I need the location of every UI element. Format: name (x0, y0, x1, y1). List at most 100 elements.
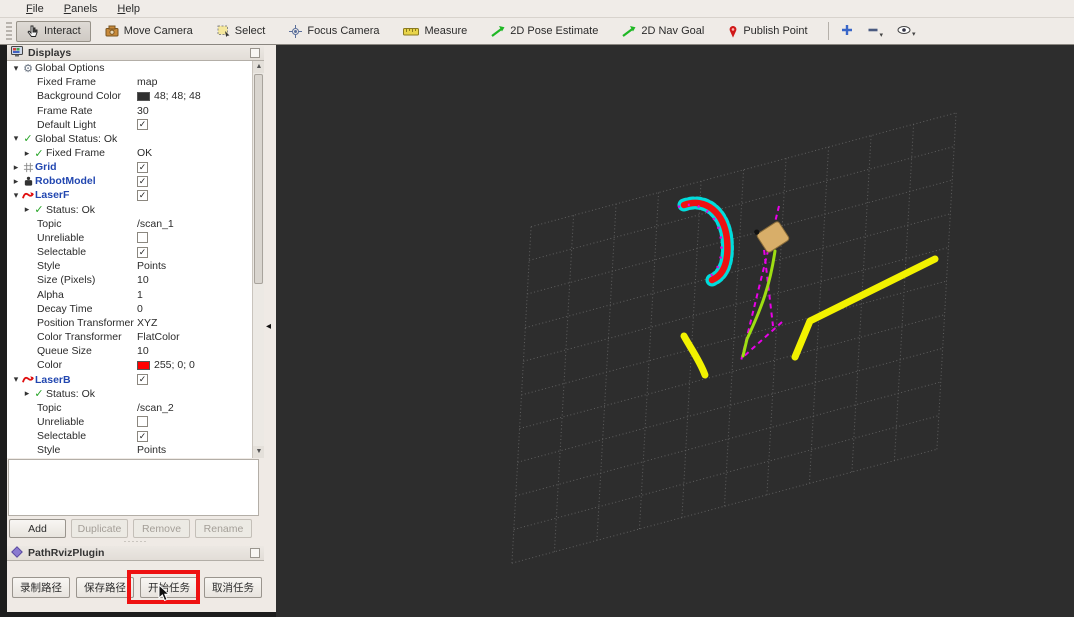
expander-right-icon[interactable]: ▸ (22, 204, 32, 215)
tree-row-global-status-ok[interactable]: ▾ ✓ Global Status: Ok (7, 132, 264, 146)
property-value[interactable]: OK (137, 147, 152, 159)
expander-right-icon[interactable]: ▸ (11, 176, 21, 187)
expander-down-icon[interactable]: ▾ (11, 374, 21, 385)
tree-row-topic[interactable]: Topic/scan_1 (7, 217, 264, 231)
expander-down-icon[interactable]: ▾ (11, 133, 21, 144)
tree-row-position-transformer[interactable]: Position Transformer XYZ (7, 316, 264, 330)
tree-row-selectable[interactable]: Selectable ✓ (7, 429, 264, 443)
tool-button-interact[interactable]: Interact (16, 20, 91, 42)
expander-down-icon[interactable]: ▾ (11, 63, 21, 74)
property-value[interactable]: /scan_2 (137, 402, 174, 414)
tree-row-frame-rate[interactable]: Frame Rate 30 (7, 103, 264, 117)
property-value[interactable]: /scan_1 (137, 218, 174, 230)
property-checkbox[interactable] (137, 232, 148, 244)
property-checkbox[interactable]: ✓ (137, 119, 148, 131)
property-value[interactable]: 10 (137, 345, 149, 357)
property-checkbox[interactable]: ✓ (137, 374, 148, 386)
tree-scrollbar[interactable]: ▲ ▼ (252, 61, 264, 458)
duplicate-button[interactable]: Duplicate (71, 519, 128, 538)
menu-item-help[interactable]: Help (109, 2, 148, 16)
tree-row-style[interactable]: Style Points (7, 443, 264, 457)
property-checkbox[interactable]: ✓ (137, 430, 148, 442)
tree-row-laserf[interactable]: ▾ LaserF ✓ (7, 188, 264, 202)
tool-button-remove-tool-minus-icon[interactable]: ▾ (861, 21, 890, 42)
tree-row-status-ok[interactable]: ▸ ✓ Status: Ok (7, 203, 264, 217)
tree-row-queue-size[interactable]: Queue Size 10 (7, 344, 264, 358)
tree-row-robotmodel[interactable]: ▸ RobotModel ✓ (7, 174, 264, 188)
3d-viewport[interactable] (276, 45, 1074, 617)
tree-row-topic[interactable]: Topic/scan_2 (7, 401, 264, 415)
tool-button-2d-pose-estimate[interactable]: 2D Pose Estimate (481, 21, 608, 41)
scrollbar-thumb[interactable] (254, 74, 263, 284)
tool-button-publish-point[interactable]: Publish Point (718, 21, 817, 42)
tree-row-color-transformer[interactable]: Color Transformer FlatColor (7, 330, 264, 344)
tool-button-select[interactable]: Select (207, 21, 276, 41)
displays-panel-float-button[interactable] (250, 48, 260, 58)
property-label: Global Options (35, 62, 105, 75)
path-plugin-button-1[interactable]: 录制路径 (12, 577, 70, 598)
property-value[interactable]: Points (137, 260, 166, 272)
tool-button-2d-nav-goal[interactable]: 2D Nav Goal (612, 21, 714, 41)
expander-right-icon[interactable]: ▸ (22, 388, 32, 399)
color-swatch[interactable] (137, 91, 150, 101)
property-value[interactable]: map (137, 76, 157, 88)
tree-row-status-ok[interactable]: ▸ ✓ Status: Ok (7, 387, 264, 401)
tool-button-focus-camera[interactable]: Focus Camera (279, 21, 389, 42)
tree-row-grid[interactable]: ▸ Grid ✓ (7, 160, 264, 174)
tree-row-style[interactable]: Style Points (7, 259, 264, 273)
add-button[interactable]: Add (9, 519, 66, 538)
expander-down-icon[interactable]: ▾ (11, 190, 21, 201)
tree-row-unreliable[interactable]: Unreliable (7, 415, 264, 429)
tool-button-move-camera[interactable]: Move Camera (95, 21, 203, 41)
expander-right-icon[interactable]: ▸ (11, 162, 21, 173)
tree-row-color[interactable]: Color 255; 0; 0 (7, 358, 264, 372)
path-plugin-float-button[interactable] (250, 548, 260, 558)
tool-button-add-tool-plus-icon[interactable] (835, 21, 859, 42)
property-value[interactable]: 30 (137, 105, 149, 117)
panel-collapse-strip[interactable]: ◂ (264, 45, 276, 612)
path-plugin-button-2[interactable]: 保存路径 (76, 577, 134, 598)
toolbar: Interact Move Camera Select Focus Camera Mea… (0, 18, 1074, 45)
property-value[interactable]: XYZ (137, 317, 157, 329)
tree-row-alpha[interactable]: Alpha 1 (7, 288, 264, 302)
menu-item-file[interactable]: File (18, 2, 52, 16)
tree-row-global-options[interactable]: ▾ ⚙ Global Options (7, 61, 264, 75)
toolbar-drag-handle[interactable] (6, 22, 12, 40)
tree-row-default-light[interactable]: Default Light ✓ (7, 118, 264, 132)
collapse-arrow-icon[interactable]: ◂ (266, 321, 271, 332)
property-value[interactable]: FlatColor (137, 331, 180, 343)
scroll-up-icon[interactable]: ▲ (253, 61, 264, 73)
expander-right-icon[interactable]: ▸ (22, 148, 32, 159)
property-checkbox[interactable]: ✓ (137, 175, 148, 187)
tree-row-laserb[interactable]: ▾ LaserB ✓ (7, 372, 264, 386)
displays-tree: ▾ ⚙ Global Options Fixed Frame map Background… (7, 61, 264, 458)
tree-row-fixed-frame[interactable]: Fixed Frame map (7, 75, 264, 89)
property-checkbox[interactable]: ✓ (137, 189, 148, 201)
property-value[interactable]: 1 (137, 289, 143, 301)
tree-row-size-pixels[interactable]: Size (Pixels) 10 (7, 273, 264, 287)
panel-splitter-handle[interactable]: ······ (7, 537, 264, 546)
property-label: Background Color (37, 90, 122, 103)
mouse-cursor (158, 584, 171, 602)
property-value[interactable]: Points (137, 444, 166, 456)
gear-icon: ⚙ (23, 62, 33, 75)
tree-row-decay-time[interactable]: Decay Time 0 (7, 302, 264, 316)
tree-row-background-color[interactable]: Background Color 48; 48; 48 (7, 89, 264, 103)
scroll-down-icon[interactable]: ▼ (253, 446, 264, 458)
property-checkbox[interactable]: ✓ (137, 161, 148, 173)
property-label: Status: Ok (46, 387, 96, 400)
color-swatch[interactable] (137, 360, 150, 370)
property-checkbox[interactable]: ✓ (137, 246, 148, 258)
tool-button-tool-properties-eye-icon[interactable]: ▾ (891, 22, 922, 41)
property-value[interactable]: 10 (137, 274, 149, 286)
tool-button-measure[interactable]: Measure (393, 21, 477, 41)
path-plugin-button-4[interactable]: 取消任务 (204, 577, 262, 598)
tree-row-selectable[interactable]: Selectable ✓ (7, 245, 264, 259)
property-value[interactable]: 0 (137, 303, 143, 315)
tree-row-unreliable[interactable]: Unreliable (7, 231, 264, 245)
menu-item-panels[interactable]: Panels (56, 2, 106, 16)
tree-row-fixed-frame[interactable]: ▸ ✓ Fixed Frame OK (7, 146, 264, 160)
rename-button[interactable]: Rename (195, 519, 252, 538)
property-label: LaserF (35, 189, 70, 202)
property-checkbox[interactable] (137, 416, 148, 428)
